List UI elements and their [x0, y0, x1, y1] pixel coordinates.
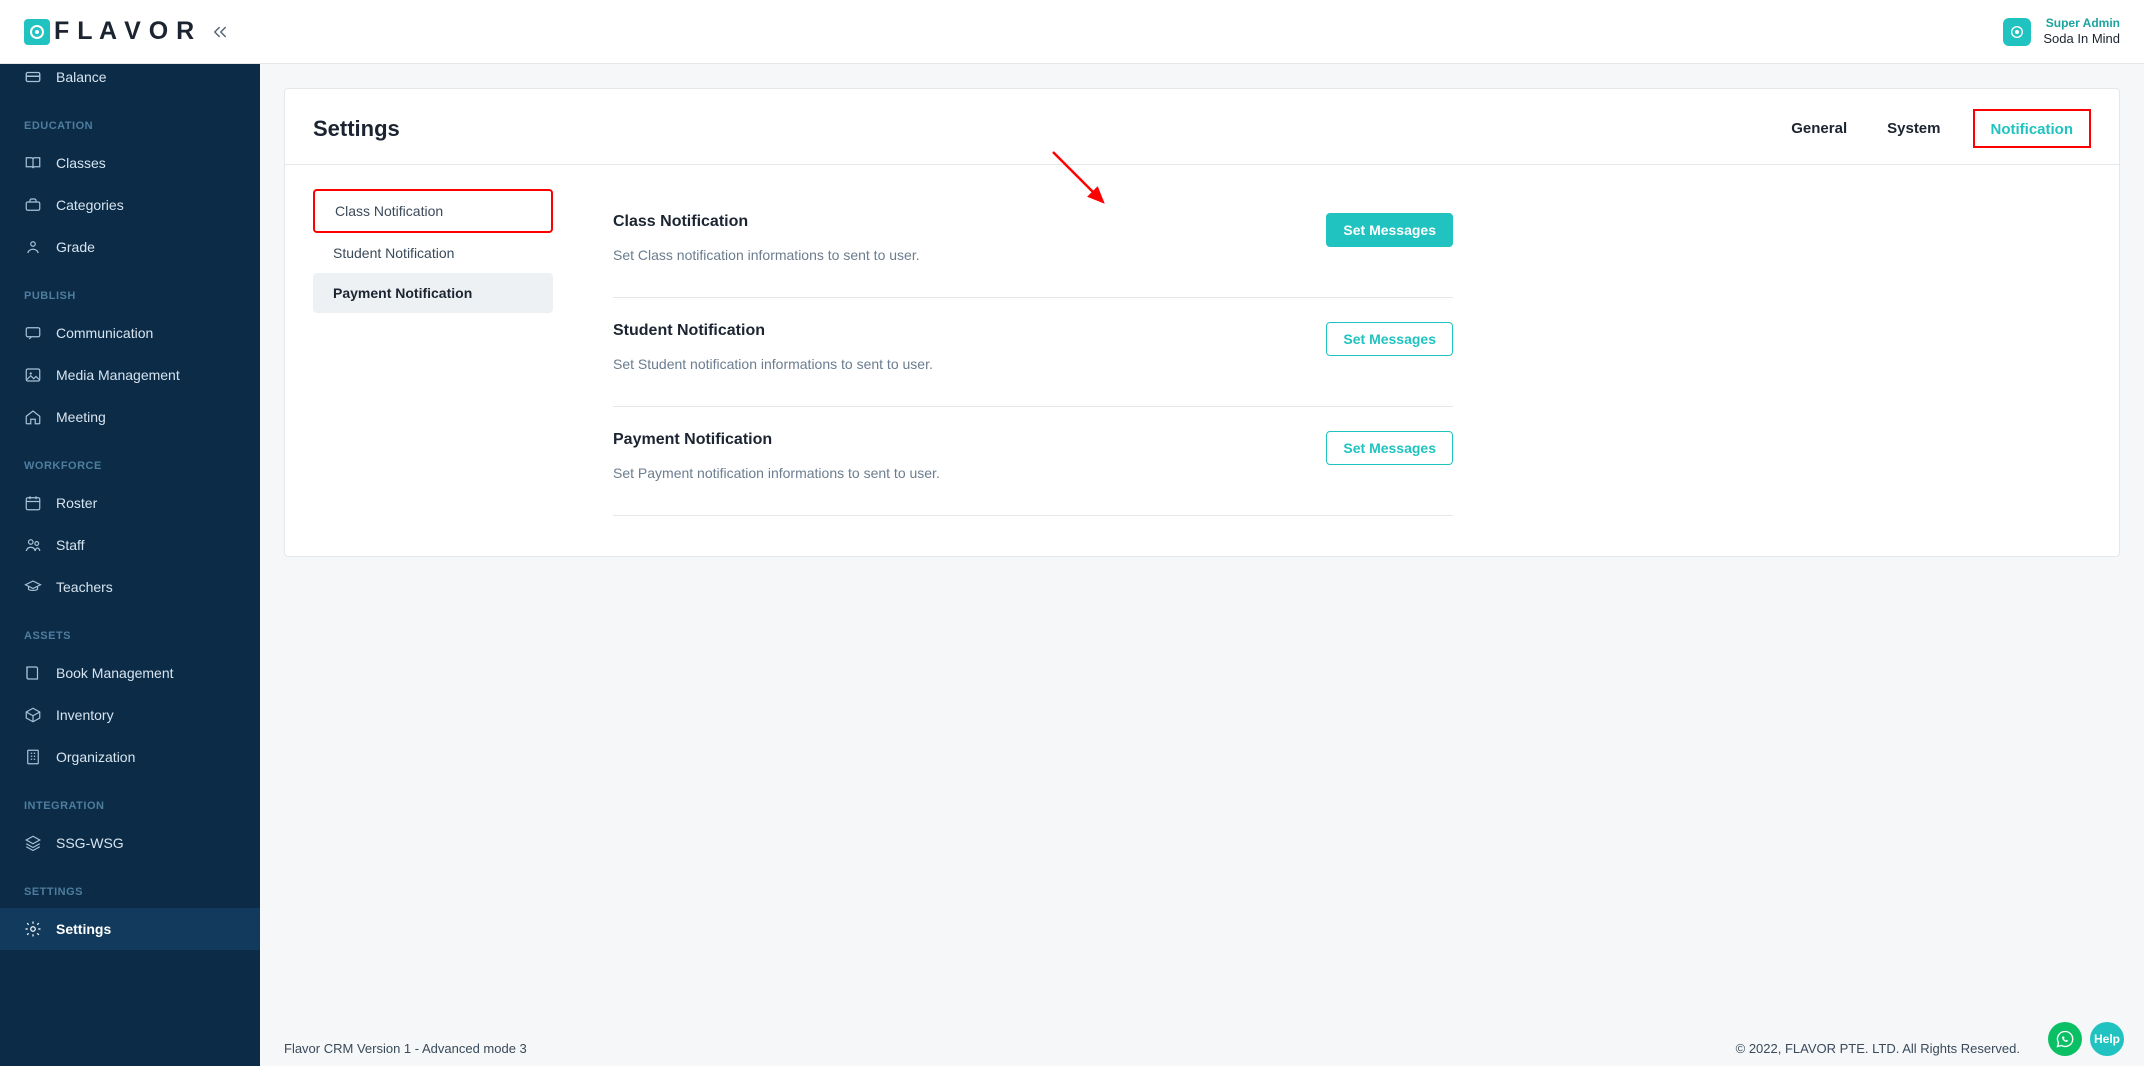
whatsapp-icon — [2056, 1030, 2074, 1048]
tab-general[interactable]: General — [1783, 112, 1855, 145]
sidebar-item-balance[interactable]: Balance — [0, 64, 260, 98]
section-title: Payment Notification — [613, 431, 940, 449]
sidebar-item-communication[interactable]: Communication — [0, 312, 260, 354]
sidebar-item-label: Communication — [56, 325, 153, 341]
settings-tabs: General System Notification — [1783, 109, 2091, 148]
footer-copyright: © 2022, FLAVOR PTE. LTD. All Rights Rese… — [1736, 1041, 2020, 1056]
sidebar-item-label: Classes — [56, 155, 106, 171]
section-payment-notification: Payment Notification Set Payment notific… — [613, 407, 1453, 516]
set-messages-button-class[interactable]: Set Messages — [1326, 213, 1453, 247]
sidebar-item-categories[interactable]: Categories — [0, 184, 260, 226]
avatar-icon — [2003, 18, 2031, 46]
set-messages-button-payment[interactable]: Set Messages — [1326, 431, 1453, 465]
sidebar-item-staff[interactable]: Staff — [0, 524, 260, 566]
section-desc: Set Class notification informations to s… — [613, 247, 920, 263]
tab-system[interactable]: System — [1879, 112, 1948, 145]
wallet-icon — [24, 68, 42, 86]
sidebar-item-label: Roster — [56, 495, 97, 511]
sidebar-section-publish: PUBLISH — [0, 268, 260, 312]
settings-card: Settings General System Notification Cla… — [284, 88, 2120, 557]
sidebar-section-education: EDUCATION — [0, 98, 260, 142]
footer-version: Flavor CRM Version 1 - Advanced mode 3 — [284, 1041, 527, 1056]
user-graduate-icon — [24, 238, 42, 256]
brand-logo[interactable]: F L A V O R — [24, 17, 195, 46]
sidebar-item-grade[interactable]: Grade — [0, 226, 260, 268]
section-title: Class Notification — [613, 213, 920, 231]
sidebar-item-roster[interactable]: Roster — [0, 482, 260, 524]
sidebar-section-settings: SETTINGS — [0, 864, 260, 908]
brand-text: F L A V O R — [54, 17, 195, 46]
briefcase-icon — [24, 196, 42, 214]
sidebar-item-teachers[interactable]: Teachers — [0, 566, 260, 608]
page-title: Settings — [313, 116, 400, 142]
sidebar-item-label: Meeting — [56, 409, 106, 425]
sidebar-item-label: Categories — [56, 197, 124, 213]
content: Settings General System Notification Cla… — [260, 64, 2144, 1066]
home-icon — [24, 408, 42, 426]
sidebar-item-inventory[interactable]: Inventory — [0, 694, 260, 736]
people-icon — [24, 536, 42, 554]
sidebar-item-label: SSG-WSG — [56, 835, 124, 851]
sidebar-item-label: Settings — [56, 921, 111, 937]
sidebar-item-label: Inventory — [56, 707, 114, 723]
gear-icon — [24, 920, 42, 938]
sidebar-item-settings[interactable]: Settings — [0, 908, 260, 950]
user-menu[interactable]: Super Admin Soda In Mind — [2003, 16, 2120, 47]
calendar-icon — [24, 494, 42, 512]
subnav-payment-notification[interactable]: Payment Notification — [313, 273, 553, 313]
tab-notification[interactable]: Notification — [1973, 109, 2092, 148]
section-student-notification: Student Notification Set Student notific… — [613, 298, 1453, 407]
sections: Class Notification Set Class notificatio… — [553, 165, 1453, 516]
subnav-class-notification[interactable]: Class Notification — [313, 189, 553, 233]
section-desc: Set Student notification informations to… — [613, 356, 933, 372]
sidebar-item-book-management[interactable]: Book Management — [0, 652, 260, 694]
sidebar-item-label: Book Management — [56, 665, 174, 681]
help-label: Help — [2094, 1032, 2120, 1046]
image-icon — [24, 366, 42, 384]
sidebar-collapse-toggle[interactable] — [211, 23, 229, 41]
sidebar-item-meeting[interactable]: Meeting — [0, 396, 260, 438]
help-buttons: Help — [2048, 1022, 2124, 1056]
box-icon — [24, 706, 42, 724]
user-name: Soda In Mind — [2043, 31, 2120, 47]
section-title: Student Notification — [613, 322, 933, 340]
sidebar: Balance EDUCATION Classes Categories Gra… — [0, 64, 260, 1066]
book-open-icon — [24, 154, 42, 172]
subnav-student-notification[interactable]: Student Notification — [313, 233, 553, 273]
topbar: F L A V O R Super Admin Soda In Mind — [0, 0, 2144, 64]
chat-icon — [24, 324, 42, 342]
subnav: Class Notification Student Notification … — [313, 165, 553, 516]
sidebar-section-workforce: WORKFORCE — [0, 438, 260, 482]
set-messages-button-student[interactable]: Set Messages — [1326, 322, 1453, 356]
section-class-notification: Class Notification Set Class notificatio… — [613, 189, 1453, 298]
sidebar-item-label: Staff — [56, 537, 85, 553]
sidebar-item-classes[interactable]: Classes — [0, 142, 260, 184]
sidebar-item-label: Balance — [56, 69, 107, 85]
sidebar-section-assets: ASSETS — [0, 608, 260, 652]
sidebar-item-organization[interactable]: Organization — [0, 736, 260, 778]
logo-icon — [24, 19, 50, 45]
grad-cap-icon — [24, 578, 42, 596]
user-role: Super Admin — [2046, 16, 2120, 31]
building-icon — [24, 748, 42, 766]
book-icon — [24, 664, 42, 682]
section-desc: Set Payment notification informations to… — [613, 465, 940, 481]
sidebar-item-label: Teachers — [56, 579, 113, 595]
footer: Flavor CRM Version 1 - Advanced mode 3 ©… — [260, 1031, 2144, 1066]
help-button[interactable]: Help — [2090, 1022, 2124, 1056]
whatsapp-button[interactable] — [2048, 1022, 2082, 1056]
sidebar-item-media-management[interactable]: Media Management — [0, 354, 260, 396]
sidebar-item-label: Organization — [56, 749, 135, 765]
sidebar-section-integration: INTEGRATION — [0, 778, 260, 822]
sidebar-item-label: Grade — [56, 239, 95, 255]
sidebar-item-ssg-wsg[interactable]: SSG-WSG — [0, 822, 260, 864]
chevron-double-left-icon — [211, 23, 229, 41]
layers-icon — [24, 834, 42, 852]
sidebar-item-label: Media Management — [56, 367, 180, 383]
